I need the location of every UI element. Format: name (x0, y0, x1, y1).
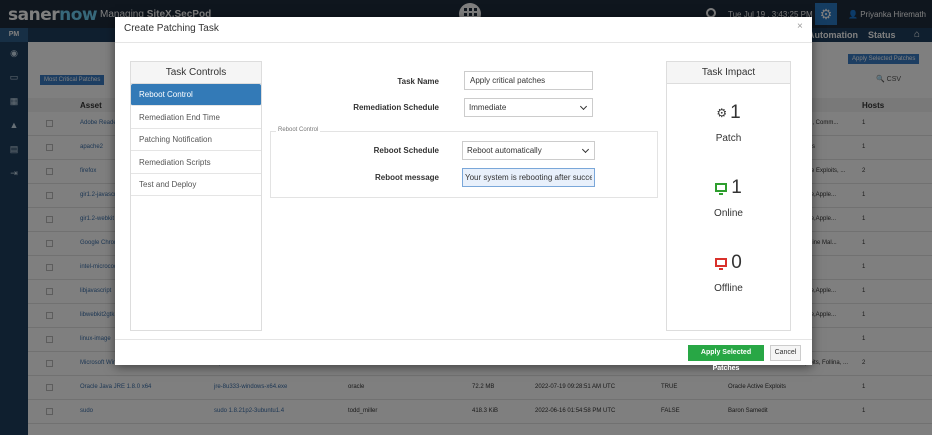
online-label: Online (714, 208, 743, 219)
online-count: 1 (667, 177, 790, 199)
task-impact-title: Task Impact (667, 62, 790, 84)
divider (115, 42, 812, 43)
offline-monitor-icon (715, 258, 728, 271)
tab-remediation-scripts[interactable]: Remediation Scripts (131, 152, 261, 174)
task-controls-panel: Task Controls Reboot Control Remediation… (130, 61, 262, 331)
remediation-schedule-label: Remediation Schedule (353, 103, 439, 112)
patch-label: Patch (715, 133, 742, 144)
chevron-down-icon (581, 145, 590, 154)
patch-count: ⚙ 1 (716, 102, 741, 123)
modal-title: Create Patching Task (124, 23, 219, 34)
apply-selected-patches-button[interactable]: Apply Selected Patches (688, 345, 764, 372)
task-name-label: Task Name (397, 77, 439, 86)
tab-remediation-end-time[interactable]: Remediation End Time (131, 107, 261, 129)
reboot-message-label: Reboot message (374, 173, 439, 182)
divider (115, 339, 812, 340)
task-controls-title: Task Controls (131, 62, 261, 84)
cancel-button[interactable]: Cancel (770, 345, 801, 361)
gear-icon: ⚙ (716, 105, 728, 120)
remediation-schedule-select[interactable]: Immediate (464, 98, 593, 117)
tab-reboot-control[interactable]: Reboot Control (131, 84, 261, 106)
task-impact-panel: Task Impact ⚙ 1 Patch 1 Online 0 Offline (666, 61, 791, 331)
online-monitor-icon (715, 183, 728, 196)
reboot-schedule-select[interactable]: Reboot automatically (462, 141, 595, 160)
reboot-control-legend: Reboot Control (276, 127, 321, 133)
tab-patching-notification[interactable]: Patching Notification (131, 129, 261, 151)
chevron-down-icon (579, 102, 588, 111)
create-patching-task-modal: Create Patching Task × Task Controls Reb… (115, 17, 812, 372)
reboot-schedule-label: Reboot Schedule (373, 146, 439, 155)
close-icon[interactable]: × (797, 21, 803, 32)
offline-label: Offline (714, 283, 743, 294)
task-name-input[interactable] (464, 71, 593, 90)
offline-count: 0 (667, 252, 790, 274)
reboot-message-input[interactable] (462, 168, 595, 187)
tab-test-and-deploy[interactable]: Test and Deploy (131, 174, 261, 196)
